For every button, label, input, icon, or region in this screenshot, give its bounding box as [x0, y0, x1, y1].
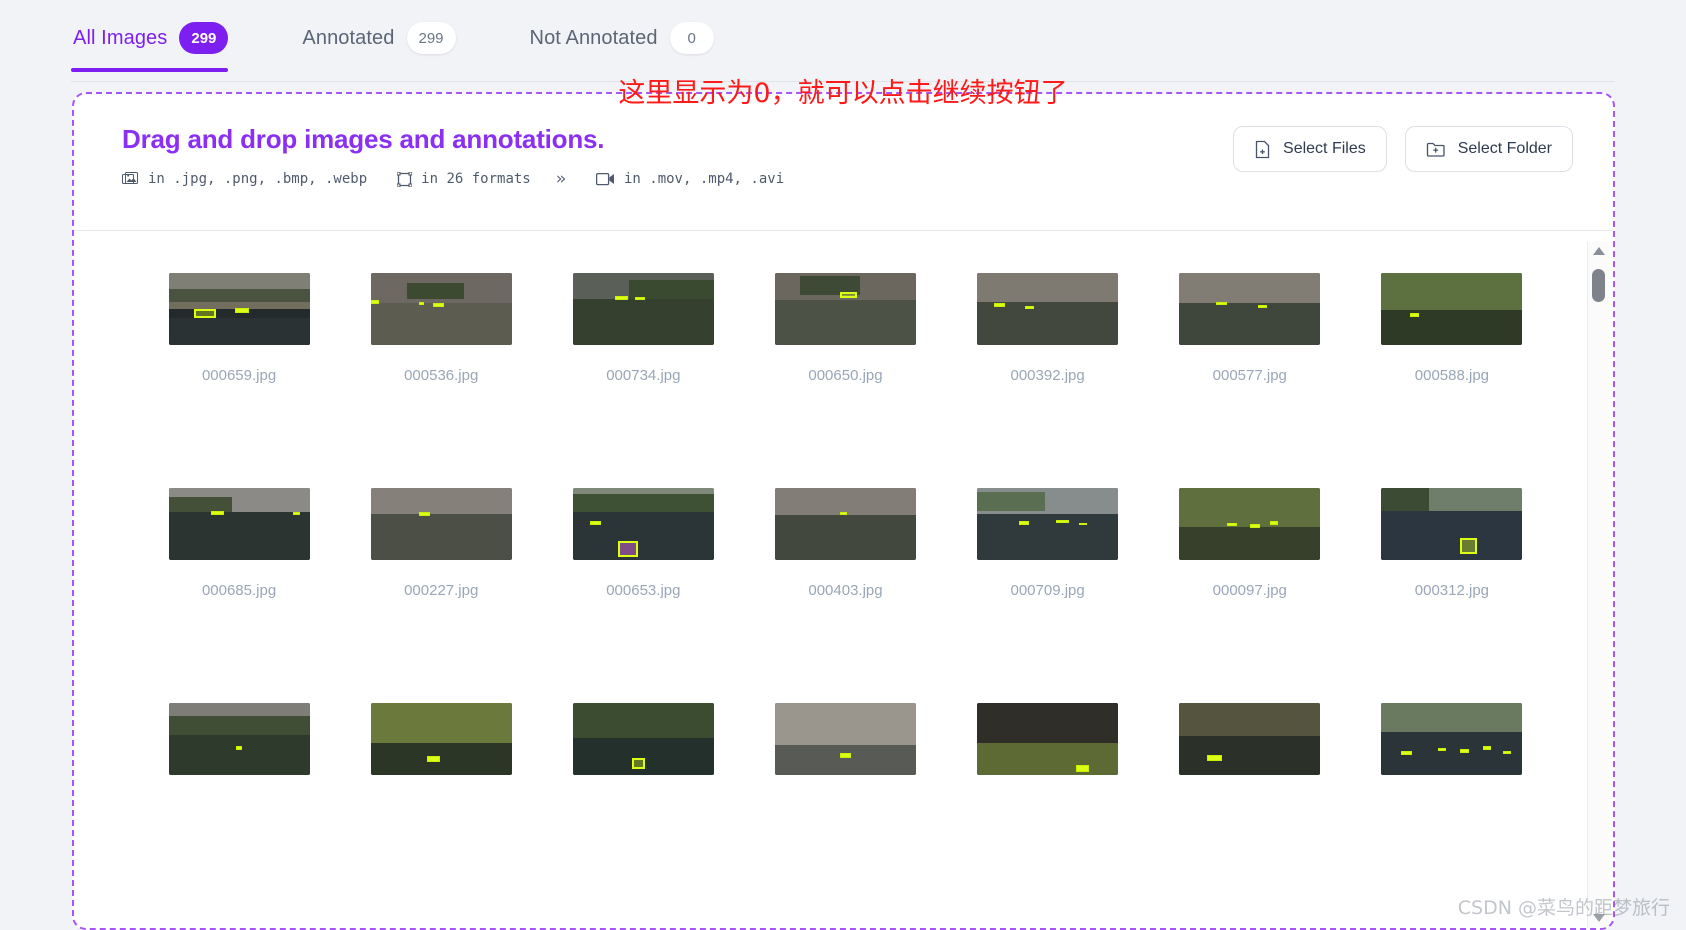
image-grid-row-2: 000685.jpg 000227.jpg 000653.jpg 000403.… — [74, 488, 1613, 599]
image-cell[interactable]: 000650.jpg — [744, 273, 946, 384]
tab-annotated-count: 299 — [406, 22, 456, 54]
tab-bar: All Images 299 Annotated 299 Not Annotat… — [0, 0, 1686, 82]
image-cell[interactable] — [947, 703, 1149, 797]
image-thumbnail[interactable] — [1381, 488, 1523, 560]
image-cell[interactable] — [138, 703, 340, 797]
select-folder-button[interactable]: Select Folder — [1404, 126, 1573, 172]
drop-zone-actions: Select Files Select Folder — [1233, 126, 1573, 172]
image-cell[interactable]: 000097.jpg — [1149, 488, 1351, 599]
image-cell[interactable]: 000312.jpg — [1351, 488, 1553, 599]
image-cell[interactable] — [340, 703, 542, 797]
image-grid-row-1: 000659.jpg 000536.jpg 000734.jpg 000650.… — [74, 273, 1613, 384]
select-files-button[interactable]: Select Files — [1233, 126, 1387, 172]
image-thumbnail[interactable] — [774, 703, 916, 775]
image-thumbnail[interactable] — [1179, 488, 1321, 560]
image-thumbnail[interactable] — [370, 703, 512, 775]
image-filename: 000734.jpg — [606, 367, 681, 384]
image-grid-row-3 — [74, 703, 1613, 797]
image-filename: 000659.jpg — [201, 367, 277, 384]
grid-scrollbar[interactable] — [1587, 242, 1609, 928]
grid-row-spacer — [74, 599, 1613, 703]
image-thumbnail[interactable] — [370, 273, 512, 345]
image-cell[interactable]: 000392.jpg — [947, 273, 1149, 384]
image-cell[interactable] — [744, 703, 946, 797]
video-icon — [595, 172, 615, 186]
image-thumbnail[interactable] — [774, 273, 916, 345]
image-thumbnail[interactable] — [1179, 703, 1321, 775]
image-thumbnail[interactable] — [977, 273, 1119, 345]
image-cell[interactable]: 000659.jpg — [138, 273, 340, 384]
image-cell[interactable] — [542, 703, 744, 797]
tab-not-annotated-count: 0 — [669, 22, 714, 54]
scroll-down-arrow-icon[interactable] — [1593, 914, 1605, 922]
image-thumbnail[interactable] — [168, 488, 310, 560]
image-filename: 000709.jpg — [1010, 582, 1085, 599]
image-thumbnail[interactable] — [1381, 703, 1523, 775]
image-cell[interactable]: 000403.jpg — [744, 488, 946, 599]
image-cell[interactable]: 000577.jpg — [1149, 273, 1351, 384]
drop-zone-header: Drag and drop images and annotations. in… — [74, 94, 1613, 231]
image-filename: 000653.jpg — [606, 582, 681, 599]
tab-all-images[interactable]: All Images 299 — [71, 22, 254, 72]
image-filename: 000650.jpg — [808, 367, 883, 384]
select-folder-label: Select Folder — [1457, 140, 1552, 157]
image-filename: 000312.jpg — [1414, 582, 1490, 599]
images-icon — [122, 171, 139, 187]
tab-list: All Images 299 Annotated 299 Not Annotat… — [71, 22, 740, 72]
chevron-double-right-icon[interactable]: » — [556, 169, 566, 189]
image-grid-viewport: 000659.jpg 000536.jpg 000734.jpg 000650.… — [74, 231, 1613, 928]
select-files-label: Select Files — [1283, 140, 1366, 157]
format-images: in .jpg, .png, .bmp, .webp — [122, 171, 367, 187]
format-videos: in .mov, .mp4, .avi — [595, 171, 785, 187]
image-cell[interactable]: 000685.jpg — [138, 488, 340, 599]
tab-all-images-label: All Images — [73, 26, 168, 49]
tab-annotated[interactable]: Annotated 299 — [300, 22, 481, 72]
grid-row-spacer — [74, 384, 1613, 488]
image-thumbnail[interactable] — [977, 488, 1119, 560]
image-cell[interactable]: 000536.jpg — [340, 273, 542, 384]
image-thumbnail[interactable] — [572, 488, 714, 560]
image-thumbnail[interactable] — [572, 703, 714, 775]
image-thumbnail[interactable] — [774, 488, 916, 560]
image-filename: 000536.jpg — [404, 367, 479, 384]
format-annotations: in 26 formats » — [397, 169, 566, 189]
image-thumbnail-cell[interactable]: 000734.jpg — [542, 273, 744, 384]
image-thumbnail[interactable] — [572, 273, 714, 345]
scrollbar-thumb[interactable] — [1592, 269, 1605, 302]
format-annotations-label: in 26 formats — [421, 171, 531, 187]
folder-plus-icon — [1426, 141, 1446, 158]
image-filename: 000227.jpg — [404, 582, 479, 599]
tab-all-images-count: 299 — [179, 22, 229, 54]
image-cell[interactable]: 000588.jpg — [1351, 273, 1553, 384]
tab-not-annotated[interactable]: Not Annotated 0 — [528, 22, 740, 72]
supported-formats: in .jpg, .png, .bmp, .webp in 26 formats… — [122, 169, 1573, 189]
image-cell[interactable]: 000653.jpg — [542, 488, 744, 599]
image-thumbnail[interactable] — [168, 273, 310, 345]
red-annotation-note: 这里显示为0，就可以点击继续按钮了 — [618, 78, 1068, 109]
image-thumbnail[interactable] — [977, 703, 1119, 775]
image-filename: 000392.jpg — [1010, 367, 1085, 384]
format-videos-label: in .mov, .mp4, .avi — [623, 171, 785, 187]
format-images-label: in .jpg, .png, .bmp, .webp — [148, 171, 368, 187]
image-filename: 000588.jpg — [1414, 367, 1490, 384]
image-filename: 000577.jpg — [1212, 367, 1287, 384]
tab-annotated-label: Annotated — [302, 26, 395, 49]
tab-not-annotated-label: Not Annotated — [529, 26, 658, 49]
file-plus-icon — [1254, 140, 1271, 159]
image-cell[interactable] — [1149, 703, 1351, 797]
drag-drop-zone[interactable]: Drag and drop images and annotations. in… — [72, 92, 1615, 930]
image-thumbnail[interactable] — [1381, 273, 1523, 345]
image-cell[interactable]: 000227.jpg — [340, 488, 542, 599]
scroll-up-arrow-icon[interactable] — [1593, 247, 1605, 255]
image-cell[interactable] — [1351, 703, 1553, 797]
image-thumbnail[interactable] — [1179, 273, 1321, 345]
image-filename: 000403.jpg — [808, 582, 883, 599]
image-filename: 000685.jpg — [201, 582, 277, 599]
bounding-box-icon — [397, 171, 413, 187]
image-thumbnail[interactable] — [168, 703, 310, 775]
image-filename: 000097.jpg — [1212, 582, 1287, 599]
image-thumbnail[interactable] — [370, 488, 512, 560]
image-cell[interactable]: 000709.jpg — [947, 488, 1149, 599]
